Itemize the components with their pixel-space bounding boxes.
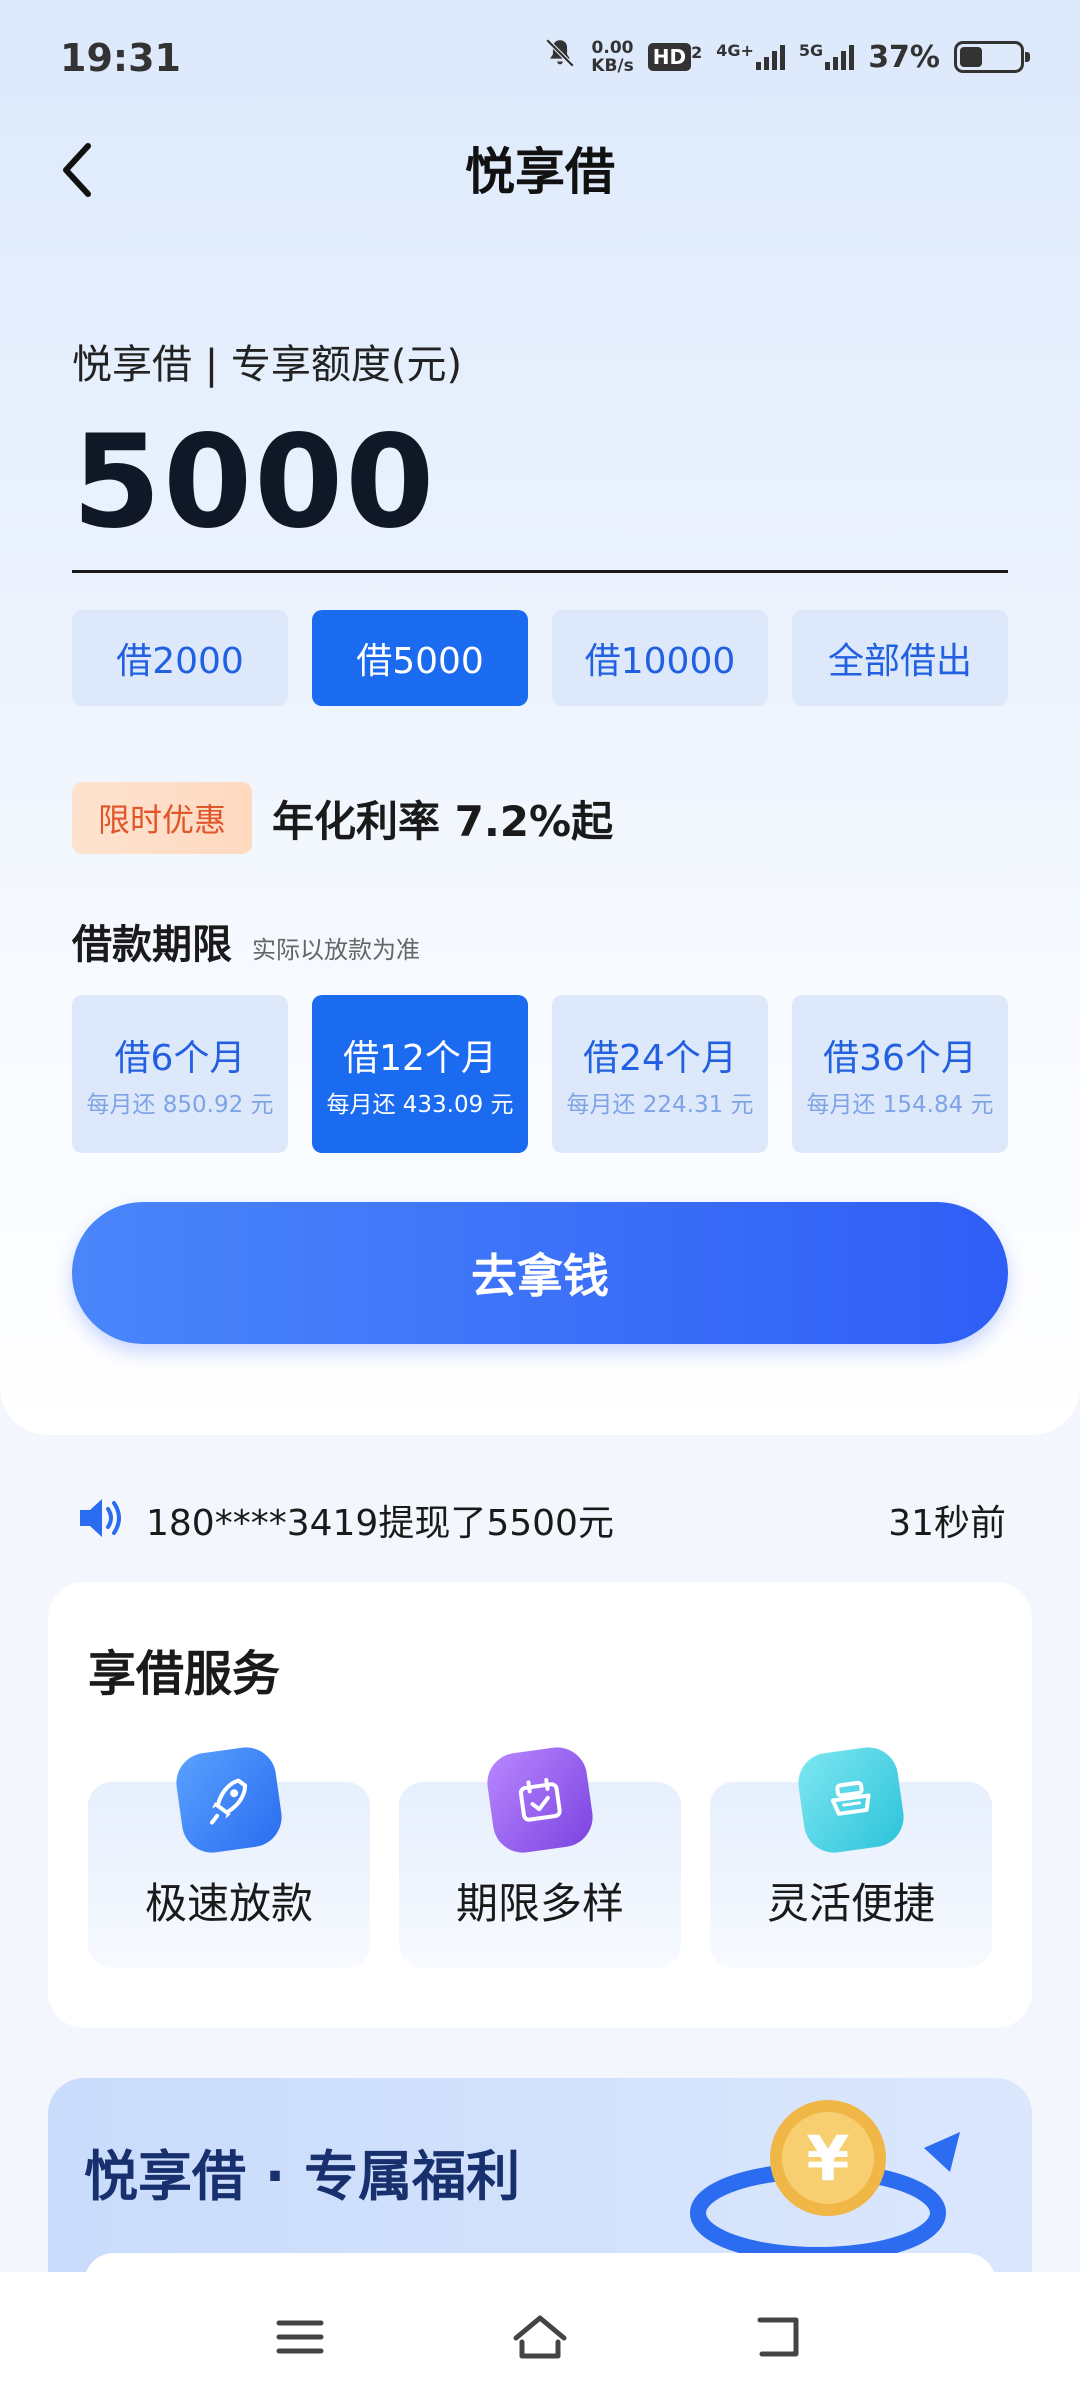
ticker-time: 31秒前 (888, 1503, 1006, 1544)
signal-4g-icon: 4G+ (716, 41, 785, 70)
mute-bell-icon (543, 36, 577, 78)
menu-icon (276, 2320, 324, 2354)
term-monthly: 每月还 224.31 元 (566, 1092, 754, 1118)
stack-icon (794, 1743, 908, 1857)
service-fast-loan[interactable]: 极速放款 (88, 1743, 370, 1968)
hd-indicator: HD 2 (647, 43, 702, 71)
term-monthly: 每月还 154.84 元 (806, 1092, 994, 1118)
amount-option-10000[interactable]: 借10000 (552, 610, 768, 706)
svg-text:¥: ¥ (806, 2122, 849, 2195)
amount-option-2000[interactable]: 借2000 (72, 610, 288, 706)
return-icon (757, 2317, 799, 2357)
amount-option-all[interactable]: 全部借出 (792, 610, 1008, 706)
term-heading: 借款期限 实际以放款为准 (72, 912, 420, 970)
quota-label: 悦享借 | 专享额度(元) (72, 342, 463, 388)
term-monthly: 每月还 850.92 元 (86, 1092, 274, 1118)
rocket-icon (172, 1743, 286, 1857)
ticker-text: 180****3419提现了5500元 (146, 1503, 614, 1544)
term-label: 借6个月 (114, 1038, 246, 1079)
term-option-36[interactable]: 借36个月 每月还 154.84 元 (792, 995, 1008, 1153)
status-icons: 0.00 KB/s HD 2 4G+ 5G 37% (543, 36, 1030, 78)
system-nav-bar (0, 2272, 1080, 2400)
divider (72, 570, 1008, 573)
term-title: 借款期限 (72, 922, 232, 968)
home-button[interactable] (500, 2302, 580, 2372)
promo-badge: 限时优惠 (72, 782, 252, 854)
amount-options: 借2000 借5000 借10000 全部借出 (72, 610, 1008, 706)
services-card: 享借服务 极速放款 期限多样 灵活便捷 (48, 1582, 1032, 2028)
get-money-button[interactable]: 去拿钱 (72, 1202, 1008, 1344)
status-time: 19:31 (60, 36, 181, 80)
status-bar: 19:31 0.00 KB/s HD 2 4G+ 5G 37% (0, 0, 1080, 120)
services-title: 享借服务 (88, 1646, 281, 1702)
home-icon (513, 2315, 567, 2359)
speaker-icon (76, 1495, 128, 1545)
benefits-title: 悦享借 · 专属福利 (84, 2145, 521, 2208)
term-label: 借12个月 (343, 1038, 497, 1079)
service-flexible-term[interactable]: 期限多样 (399, 1743, 681, 1968)
term-options: 借6个月 每月还 850.92 元 借12个月 每月还 433.09 元 借24… (72, 995, 1008, 1153)
term-label: 借24个月 (583, 1038, 737, 1079)
amount-option-5000[interactable]: 借5000 (312, 610, 528, 706)
service-convenient[interactable]: 灵活便捷 (710, 1743, 992, 1968)
withdraw-ticker: 180****3419提现了5500元 31秒前 (76, 1490, 1006, 1550)
term-option-12[interactable]: 借12个月 每月还 433.09 元 (312, 995, 528, 1153)
coin-arrow-icon: ¥ (688, 2088, 968, 2268)
promo-row: 限时优惠 年化利率 7.2%起 (72, 782, 613, 854)
interest-rate-text: 年化利率 7.2%起 (272, 796, 614, 846)
term-monthly: 每月还 433.09 元 (326, 1092, 514, 1118)
term-note: 实际以放款为准 (252, 936, 420, 964)
calendar-icon (483, 1743, 597, 1857)
signal-5g-icon: 5G (799, 41, 855, 70)
term-option-6[interactable]: 借6个月 每月还 850.92 元 (72, 995, 288, 1153)
menu-button[interactable] (260, 2302, 340, 2372)
battery-icon (954, 41, 1030, 73)
term-label: 借36个月 (823, 1038, 977, 1079)
service-label: 灵活便捷 (766, 1879, 935, 1928)
page-title: 悦享借 (465, 143, 615, 201)
service-label: 极速放款 (144, 1879, 313, 1928)
back-nav-button[interactable] (740, 2302, 820, 2372)
quota-amount-input[interactable]: 5000 (72, 408, 436, 558)
battery-percent: 37% (868, 39, 940, 75)
term-option-24[interactable]: 借24个月 每月还 224.31 元 (552, 995, 768, 1153)
service-label: 期限多样 (455, 1879, 624, 1928)
net-speed: 0.00 KB/s (591, 38, 634, 76)
